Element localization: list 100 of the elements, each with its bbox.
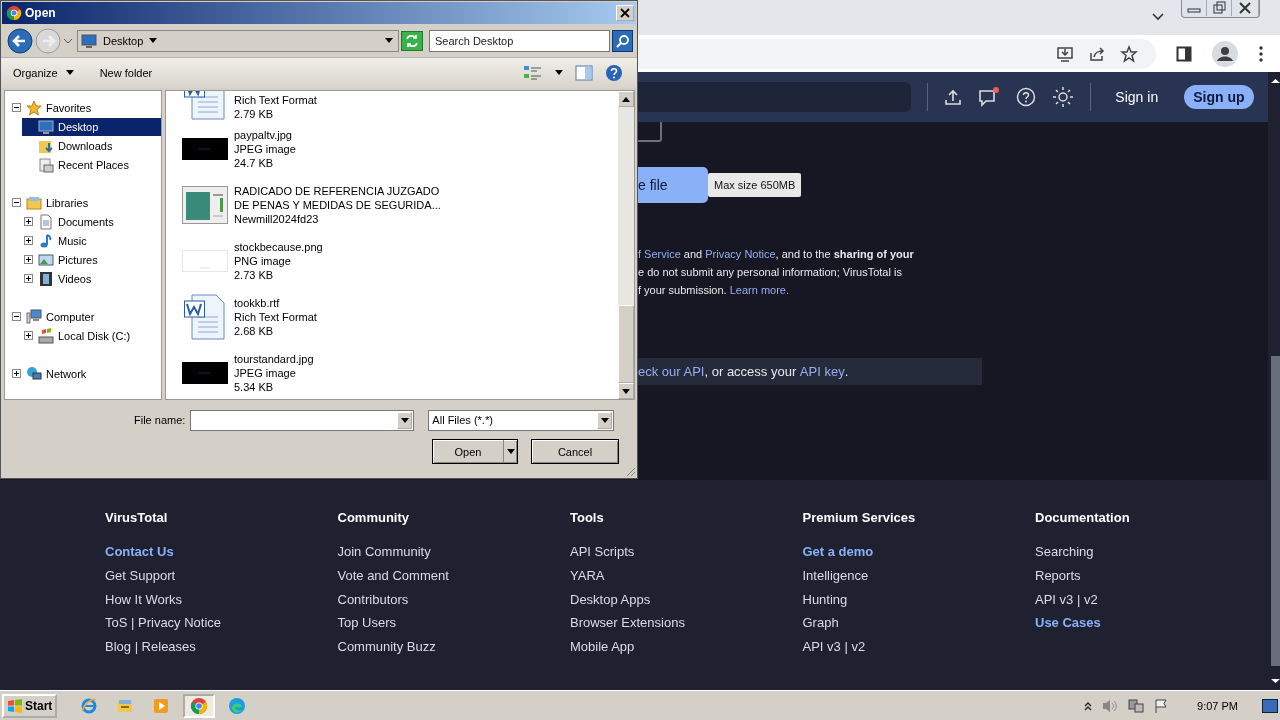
tree-item[interactable]: Music: [37, 231, 161, 250]
footer-link[interactable]: API v3 | v2: [1035, 587, 1098, 612]
footer-link[interactable]: Contributors: [337, 587, 409, 612]
footer-link[interactable]: Join Community: [337, 540, 431, 564]
toolbar-button[interactable]: Organize: [9, 65, 78, 81]
start-button[interactable]: Start: [2, 693, 58, 718]
footer-link[interactable]: Graph: [802, 611, 839, 636]
footer-link[interactable]: Top Users: [337, 611, 397, 636]
tree-item[interactable]: Desktop: [22, 117, 161, 136]
footer-link[interactable]: Vote and Comment: [337, 563, 449, 588]
share-icon[interactable]: [1088, 44, 1106, 63]
refresh-icon[interactable]: [401, 31, 423, 51]
footer-link[interactable]: Mobile App: [570, 635, 635, 659]
profile-avatar-icon[interactable]: [1212, 40, 1238, 67]
footer-link[interactable]: Get a demo: [802, 540, 874, 564]
file-item[interactable]: Rich Text Format 2.79 KB: [234, 93, 317, 121]
menu-icon[interactable]: [1258, 44, 1264, 63]
footer-link[interactable]: Hunting: [802, 587, 848, 612]
tree-item[interactable]: Videos: [37, 269, 161, 288]
file-item[interactable]: tourstandard.jpg JPEG image 5.34 KB: [234, 352, 314, 394]
caret-icon[interactable]: [600, 417, 609, 423]
upload-icon[interactable]: [944, 88, 963, 106]
footer-link[interactable]: Browser Extensions: [570, 611, 685, 636]
chat-icon[interactable]: [978, 87, 1001, 107]
sign-up-button[interactable]: Sign up: [1184, 85, 1254, 109]
tree-item[interactable]: Recent Places: [37, 155, 161, 174]
caret-icon[interactable]: [385, 38, 393, 44]
footer-link[interactable]: How It Works: [105, 587, 183, 612]
footer-link[interactable]: Desktop Apps: [570, 587, 651, 612]
expander-icon[interactable]: [24, 331, 33, 340]
scroll-down-icon[interactable]: [622, 388, 630, 394]
footer-link[interactable]: Get Support: [105, 563, 176, 588]
text-link[interactable]: API key: [799, 364, 845, 379]
close-button[interactable]: [616, 5, 634, 21]
taskbar-button[interactable]: [183, 693, 216, 718]
tree-item[interactable]: Local Disk (C:): [37, 326, 161, 345]
address-field[interactable]: Desktop: [77, 30, 399, 52]
location-text[interactable]: Desktop: [103, 35, 144, 47]
flag-icon[interactable]: [1153, 697, 1170, 714]
footer-link[interactable]: YARA: [570, 563, 605, 588]
footer-link[interactable]: Blog | Releases: [105, 635, 196, 659]
tree-item[interactable]: Pictures: [37, 250, 161, 269]
expander-icon[interactable]: [24, 274, 33, 283]
caret-icon[interactable]: [400, 417, 409, 423]
search-button[interactable]: [612, 30, 633, 52]
file-item[interactable]: RADICADO DE REFERENCIA JUZGADO DE PENAS Y MEDIDAS DE SEGURIDA... Newmill2024fd23: [234, 184, 441, 226]
back-icon[interactable]: [7, 28, 33, 54]
text-link[interactable]: Learn more.: [729, 284, 789, 296]
help-icon[interactable]: [1016, 87, 1037, 107]
footer-link[interactable]: Community Buzz: [337, 635, 436, 659]
text-link[interactable]: f Service: [638, 248, 681, 260]
footer-link[interactable]: API v3 | v2: [802, 635, 866, 659]
resize-grip-icon[interactable]: [624, 465, 636, 477]
toolbar-button[interactable]: New folder: [95, 65, 157, 81]
show-desktop-button[interactable]: [1262, 698, 1278, 713]
footer-link[interactable]: API Scripts: [570, 540, 635, 564]
open-button[interactable]: Open: [432, 439, 518, 464]
cancel-button[interactable]: Cancel: [531, 439, 619, 464]
tree-item[interactable]: Downloads: [37, 136, 161, 155]
scrollbar[interactable]: [1267, 72, 1280, 690]
scrollbar[interactable]: [618, 91, 634, 399]
expander-icon[interactable]: [12, 369, 21, 378]
file-item[interactable]: tookkb.rtf Rich Text Format 2.68 KB: [234, 296, 317, 338]
scroll-up-icon[interactable]: [622, 96, 630, 102]
expander-icon[interactable]: [12, 198, 21, 207]
chevron-down-icon[interactable]: [1151, 12, 1165, 22]
sun-icon[interactable]: [1052, 86, 1075, 108]
search-field[interactable]: Search Desktop: [429, 30, 610, 52]
network-icon[interactable]: [1127, 697, 1146, 714]
tree-item[interactable]: Documents: [37, 212, 161, 231]
sign-in-link[interactable]: Sign in: [1115, 89, 1159, 105]
file-item[interactable]: paypaltv.jpg JPEG image 24.7 KB: [234, 128, 296, 170]
caret-icon[interactable]: [506, 449, 515, 454]
side-panel-icon[interactable]: [1176, 45, 1192, 62]
view-options-icon[interactable]: [523, 65, 543, 81]
footer-link[interactable]: ToS | Privacy Notice: [105, 611, 222, 636]
footer-link[interactable]: Contact Us: [105, 540, 174, 564]
star-icon[interactable]: [1120, 44, 1138, 63]
tree-item[interactable]: Computer: [25, 307, 161, 326]
file-name-field[interactable]: [190, 409, 415, 431]
tree-item[interactable]: Favorites: [25, 98, 161, 117]
footer-link[interactable]: Reports: [1035, 563, 1081, 588]
footer-link[interactable]: Searching: [1035, 540, 1094, 564]
file-item[interactable]: stockbecause.png PNG image 2.73 KB: [234, 240, 323, 282]
expander-icon[interactable]: [24, 236, 33, 245]
tree-item[interactable]: Network: [25, 364, 161, 383]
expander-icon[interactable]: [24, 217, 33, 226]
expander-icon[interactable]: [12, 312, 21, 321]
tree-item[interactable]: Libraries: [25, 193, 161, 212]
expander-icon[interactable]: [24, 255, 33, 264]
expander-icon[interactable]: [12, 103, 21, 112]
file-button[interactable]: e file: [638, 167, 708, 203]
install-icon[interactable]: [1056, 44, 1074, 63]
help-icon[interactable]: [605, 64, 623, 82]
clock[interactable]: 9:07 PM: [1197, 699, 1238, 712]
text-link[interactable]: Privacy Notice: [705, 248, 776, 260]
file-type-dropdown[interactable]: All Files (*.*): [428, 409, 615, 431]
text-link[interactable]: eck our API: [638, 364, 705, 379]
footer-link[interactable]: Intelligence: [802, 563, 869, 588]
footer-link[interactable]: Use Cases: [1035, 611, 1101, 636]
